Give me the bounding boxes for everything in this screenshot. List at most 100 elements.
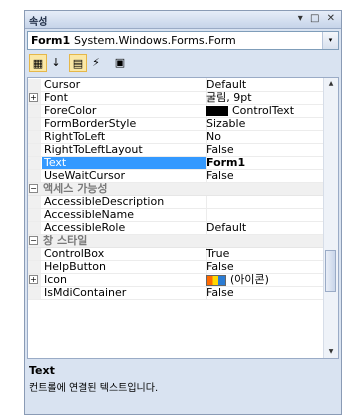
property-value[interactable]: False [206, 286, 324, 299]
object-name: Form1 System.Windows.Forms.Form [31, 34, 236, 47]
property-value[interactable]: False [206, 169, 324, 182]
property-name: FormBorderStyle [42, 117, 207, 130]
scroll-down-icon[interactable]: ▼ [324, 346, 338, 358]
row-gutter: + [28, 274, 41, 286]
property-value-text: ControlText [232, 104, 295, 117]
property-row[interactable]: IsMdiContainer False [28, 286, 325, 300]
category-label: 액세스 가능성 [43, 182, 108, 195]
row-gutter [28, 287, 41, 299]
property-name: AccessibleName [42, 208, 207, 221]
window-title: 속성 [29, 17, 48, 28]
property-name: RightToLeftLayout [42, 143, 207, 156]
property-value[interactable]: Sizable [206, 117, 324, 130]
property-row[interactable]: Cursor Default [28, 78, 325, 92]
collapse-icon[interactable]: − [29, 236, 38, 245]
category-label: 창 스타일 [43, 234, 88, 247]
property-row[interactable]: HelpButton False [28, 260, 325, 274]
property-value-text: (아이콘) [230, 273, 269, 286]
row-gutter [28, 261, 41, 273]
title-bar[interactable]: 속성 ▾ □ ✕ [25, 11, 341, 29]
property-name: Font [42, 91, 207, 104]
row-gutter: + [28, 92, 41, 104]
object-selector[interactable]: Form1 System.Windows.Forms.Form ▾ [27, 31, 339, 50]
property-value[interactable]: Default [206, 221, 324, 234]
property-name: RightToLeft [42, 130, 207, 143]
property-value[interactable]: False [206, 143, 324, 156]
row-gutter [28, 144, 41, 156]
expand-icon[interactable]: + [29, 275, 38, 284]
property-name: UseWaitCursor [42, 169, 207, 182]
property-row[interactable]: AccessibleRole Default [28, 221, 325, 235]
property-row[interactable]: RightToLeftLayout False [28, 143, 325, 157]
row-gutter [28, 79, 41, 91]
property-pages-icon[interactable]: ▣ [111, 54, 129, 72]
row-gutter [28, 222, 41, 234]
categorized-view-icon[interactable]: ▦ [29, 54, 47, 72]
property-value[interactable]: Form1 [206, 156, 324, 169]
property-value-text: True [206, 247, 230, 260]
color-swatch-icon [206, 106, 228, 116]
scroll-up-icon[interactable]: ▲ [324, 78, 338, 90]
property-value[interactable]: ControlText [206, 104, 324, 117]
form-icon [206, 274, 226, 286]
property-row[interactable]: AccessibleName [28, 208, 325, 222]
property-value[interactable]: True [206, 247, 324, 260]
property-grid: IsMdiContainer False + Icon (아이콘) HelpButton F… [27, 77, 339, 359]
property-row[interactable]: ForeColor ControlText [28, 104, 325, 118]
property-value-text: Default [206, 78, 247, 91]
row-gutter [28, 131, 41, 143]
property-value[interactable]: No [206, 130, 324, 143]
property-value[interactable]: (아이콘) [206, 273, 324, 286]
property-value[interactable] [206, 195, 324, 208]
property-name: Text [42, 156, 207, 169]
property-name: AccessibleDescription [42, 195, 207, 208]
toolbar: ▦ ↓ ▤ ⚡ ▣ [27, 53, 339, 73]
description-pane: Text 컨트롤에 연결된 텍스트입니다. [27, 363, 339, 413]
property-name: HelpButton [42, 260, 207, 273]
property-value[interactable]: 굴림, 9pt [206, 91, 324, 104]
property-row[interactable]: Text Form1 [28, 156, 325, 170]
row-gutter: − [28, 235, 41, 247]
collapse-icon[interactable]: − [29, 184, 38, 193]
row-gutter [28, 105, 41, 117]
property-row[interactable]: + Font 굴림, 9pt [28, 91, 325, 105]
property-value-text: False [206, 143, 234, 156]
category-row[interactable]: − 창 스타일 [28, 234, 325, 248]
properties-icon[interactable]: ▤ [69, 54, 87, 72]
row-gutter [28, 248, 41, 260]
property-value[interactable]: False [206, 260, 324, 273]
property-value[interactable]: Default [206, 78, 324, 91]
expand-icon[interactable]: + [29, 93, 38, 102]
row-gutter [28, 118, 41, 130]
property-row[interactable]: ControlBox True [28, 247, 325, 261]
description-text: 컨트롤에 연결된 텍스트입니다. [29, 383, 159, 394]
property-row[interactable]: + Icon (아이콘) [28, 273, 325, 287]
scroll-thumb[interactable] [325, 250, 336, 292]
events-icon[interactable]: ⚡ [87, 54, 105, 72]
property-row[interactable]: FormBorderStyle Sizable [28, 117, 325, 131]
property-value-text: Default [206, 221, 247, 234]
description-title: Text [29, 364, 55, 377]
window-controls-icon[interactable]: ▾ □ ✕ [298, 13, 337, 24]
row-gutter [28, 170, 41, 182]
property-row[interactable]: RightToLeft No [28, 130, 325, 144]
vertical-scrollbar[interactable]: ▲ ▼ [323, 78, 338, 358]
property-value-text: False [206, 286, 234, 299]
property-value-text: False [206, 260, 234, 273]
property-name: Icon [42, 273, 207, 286]
property-name: AccessibleRole [42, 221, 207, 234]
row-gutter: − [28, 183, 41, 195]
chevron-down-icon[interactable]: ▾ [322, 32, 338, 49]
object-type: System.Windows.Forms.Form [74, 34, 236, 47]
category-row[interactable]: − 액세스 가능성 [28, 182, 325, 196]
property-value[interactable] [206, 208, 324, 221]
property-value-text: 굴림, 9pt [206, 91, 252, 104]
property-value-text: Form1 [206, 156, 246, 169]
row-gutter [28, 196, 41, 208]
property-name: IsMdiContainer [42, 286, 207, 299]
property-row[interactable]: UseWaitCursor False [28, 169, 325, 183]
row-gutter [28, 157, 41, 169]
alphabetical-sort-icon[interactable]: ↓ [47, 54, 65, 72]
property-row[interactable]: AccessibleDescription [28, 195, 325, 209]
row-gutter [28, 209, 41, 221]
